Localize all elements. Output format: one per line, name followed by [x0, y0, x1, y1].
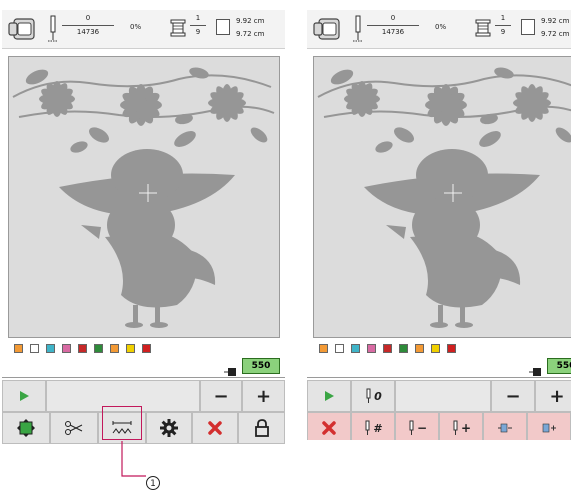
callout-number: 1: [146, 476, 160, 490]
color-swatch[interactable]: [431, 344, 440, 353]
stitch-length-display: 550: [547, 358, 571, 374]
stitch-total: 14736: [381, 28, 405, 36]
empty-slot: [395, 380, 491, 412]
cancel-button[interactable]: [307, 412, 351, 440]
needle-icon: [351, 14, 365, 44]
stitch-counter: 0 14736: [367, 13, 419, 38]
stitch-minus-label: −: [416, 421, 428, 435]
color-swatch[interactable]: [319, 344, 328, 353]
play-icon: [325, 391, 334, 401]
color-swatch[interactable]: [399, 344, 408, 353]
color-swatch[interactable]: [335, 344, 344, 353]
color-swatch[interactable]: [415, 344, 424, 353]
color-forward-icon: [542, 423, 556, 433]
needle-icon: [453, 420, 458, 435]
stitch-number-button[interactable]: #: [351, 412, 395, 440]
needle-icon: [365, 420, 370, 435]
color-back-icon: [498, 423, 512, 433]
close-icon: [322, 421, 336, 435]
design-height: 9.72 cm: [541, 30, 570, 38]
color-total: 9: [500, 28, 506, 36]
color-swatch[interactable]: [367, 344, 376, 353]
design-silhouette: [317, 67, 571, 328]
embroidery-preview[interactable]: [313, 56, 571, 338]
zoom-in-button[interactable]: +: [535, 380, 571, 412]
design-dimensions: 9.92 cm 9.72 cm: [541, 15, 569, 41]
thread-spool-icon: [475, 19, 491, 37]
status-bar: 0 14736 0% 1 9 9.92 cm 9.72 cm: [307, 10, 571, 49]
color-back-button[interactable]: [483, 412, 527, 440]
zoom-out-button[interactable]: −: [491, 380, 535, 412]
color-counter: 1 9: [495, 13, 511, 38]
needle-reset-button[interactable]: 0: [351, 380, 395, 412]
stitch-current: 0: [390, 14, 396, 22]
thread-indicator-icon: [529, 362, 541, 376]
stitch-forward-button[interactable]: +: [439, 412, 483, 440]
color-current: 1: [500, 14, 506, 22]
start-button[interactable]: [307, 380, 351, 412]
design-width: 9.92 cm: [541, 17, 570, 25]
plus-icon: +: [549, 385, 565, 407]
progress-percent: 0%: [435, 23, 447, 31]
hoop-icon[interactable]: [313, 17, 341, 41]
design-size-icon: [521, 19, 535, 35]
minus-icon: −: [505, 385, 521, 407]
stitch-back-button[interactable]: −: [395, 412, 439, 440]
embroidery-panel-right: 0 14736 0% 1 9 9.92 cm 9.72 cm 55 0 − + …: [307, 10, 571, 440]
needle-icon: [409, 420, 414, 435]
color-swatch[interactable]: [447, 344, 456, 353]
color-swatch[interactable]: [351, 344, 360, 353]
color-swatch[interactable]: [383, 344, 392, 353]
stitch-hash-label: #: [373, 421, 383, 435]
stitch-plus-label: +: [460, 421, 472, 435]
color-forward-button[interactable]: [527, 412, 571, 440]
needle-zero-label: 0: [374, 389, 382, 403]
needle-icon: [366, 388, 371, 403]
